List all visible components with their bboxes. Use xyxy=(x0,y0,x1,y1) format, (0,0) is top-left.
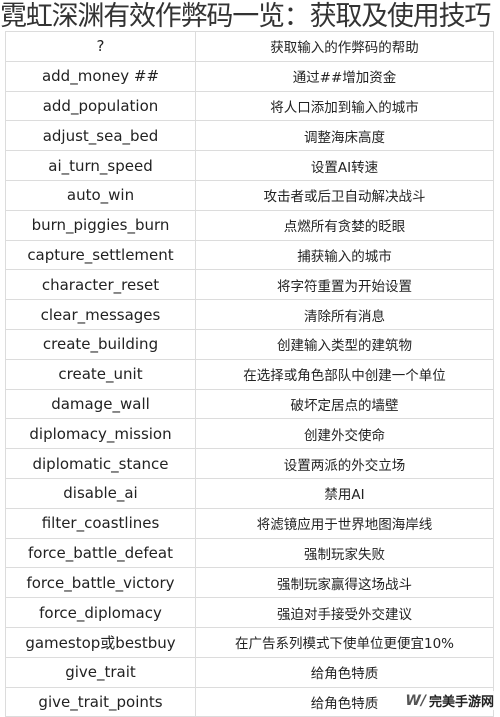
table-row: character_reset 将字符重置为开始设置 xyxy=(5,269,494,301)
wanmei-logo-icon: W/ xyxy=(405,692,426,709)
table-row: add_population 将人口添加到输入的城市 xyxy=(5,90,494,122)
cheat-code-cell: diplomacy_mission xyxy=(5,418,196,450)
cheat-code-cell: add_population xyxy=(5,90,196,122)
table-row: burn_piggies_burn 点燃所有贪婪的眨眼 xyxy=(5,209,494,241)
table-row: create_unit 在选择或角色部队中创建一个单位 xyxy=(5,358,494,390)
description-cell: 将字符重置为开始设置 xyxy=(195,269,494,301)
table-row: diplomatic_stance 设置两派的外交立场 xyxy=(5,448,494,479)
watermark-logo: W/ 完美手游网 xyxy=(405,691,494,710)
table-row: clear_messages 清除所有消息 xyxy=(5,299,494,330)
cheat-code-cell: force_diplomacy xyxy=(5,597,196,628)
table-row: adjust_sea_bed 调整海床高度 xyxy=(5,120,494,152)
description-cell: 创建输入类型的建筑物 xyxy=(195,328,494,360)
table-row: add_money ## 通过##增加资金 xyxy=(5,60,494,92)
description-cell: 攻击者或后卫自动解决战斗 xyxy=(195,179,494,211)
cheat-code-cell: clear_messages xyxy=(5,299,196,330)
cheat-code-cell: capture_settlement xyxy=(5,239,196,271)
cheat-code-cell: disable_ai xyxy=(5,477,196,509)
description-cell: 获取输入的作弊码的帮助 xyxy=(195,31,494,62)
cheat-code-cell: give_trait_points xyxy=(5,686,196,717)
table-row: gamestop或bestbuy 在广告系列模式下使单位更便宜10% xyxy=(5,626,494,658)
cheat-code-table: ? 获取输入的作弊码的帮助 add_money ## 通过##增加资金 add_popu… xyxy=(5,31,494,717)
cheat-code-cell: create_building xyxy=(5,328,196,360)
cheat-code-cell: adjust_sea_bed xyxy=(5,120,196,152)
cheat-code-cell: diplomatic_stance xyxy=(5,448,196,479)
table-row: ? 获取输入的作弊码的帮助 xyxy=(5,31,494,62)
cheat-code-cell: force_battle_defeat xyxy=(5,537,196,569)
table-row: filter_coastlines 将滤镜应用于世界地图海岸线 xyxy=(5,507,494,539)
description-cell: 将滤镜应用于世界地图海岸线 xyxy=(195,507,494,539)
table-row: auto_win 攻击者或后卫自动解决战斗 xyxy=(5,179,494,211)
description-cell: 捕获输入的城市 xyxy=(195,239,494,271)
description-cell: 创建外交使命 xyxy=(195,418,494,450)
description-cell: 禁用AI xyxy=(195,477,494,509)
page-title: 霓虹深渊有效作弊码一览：获取及使用技巧 xyxy=(0,1,491,32)
description-cell: 破坏定居点的墙壁 xyxy=(195,388,494,420)
description-cell: 设置两派的外交立场 xyxy=(195,448,494,479)
table-row: create_building 创建输入类型的建筑物 xyxy=(5,328,494,360)
description-cell: 调整海床高度 xyxy=(195,120,494,152)
description-cell: 给角色特质 xyxy=(195,656,494,688)
cheat-code-cell: burn_piggies_burn xyxy=(5,209,196,241)
cheat-code-cell: give_trait xyxy=(5,656,196,688)
cheat-code-cell: gamestop或bestbuy xyxy=(5,626,196,658)
description-cell: 通过##增加资金 xyxy=(195,60,494,92)
description-cell: 在广告系列模式下使单位更便宜10% xyxy=(195,626,494,658)
cheat-code-cell: auto_win xyxy=(5,179,196,211)
cheat-code-cell: filter_coastlines xyxy=(5,507,196,539)
description-cell: 强迫对手接受外交建议 xyxy=(195,597,494,628)
table-row: force_battle_defeat 强制玩家失败 xyxy=(5,537,494,569)
table-row: disable_ai 禁用AI xyxy=(5,477,494,509)
table-row: diplomacy_mission 创建外交使命 xyxy=(5,418,494,450)
cheat-code-cell: ? xyxy=(5,31,196,62)
cheat-code-cell: ai_turn_speed xyxy=(5,150,196,181)
cheat-code-cell: force_battle_victory xyxy=(5,567,196,599)
description-cell: 设置AI转速 xyxy=(195,150,494,181)
description-cell: 点燃所有贪婪的眨眼 xyxy=(195,209,494,241)
table-row: give_trait 给角色特质 xyxy=(5,656,494,688)
table-row: force_battle_victory 强制玩家赢得这场战斗 xyxy=(5,567,494,599)
description-cell: 强制玩家失败 xyxy=(195,537,494,569)
cheat-code-cell: damage_wall xyxy=(5,388,196,420)
watermark-text: 完美手游网 xyxy=(428,695,494,710)
table-row: force_diplomacy 强迫对手接受外交建议 xyxy=(5,597,494,628)
cheat-code-cell: add_money ## xyxy=(5,60,196,92)
table-row: capture_settlement 捕获输入的城市 xyxy=(5,239,494,271)
cheat-code-cell: create_unit xyxy=(5,358,196,390)
description-cell: 强制玩家赢得这场战斗 xyxy=(195,567,494,599)
description-cell: 将人口添加到输入的城市 xyxy=(195,90,494,122)
cheat-code-cell: character_reset xyxy=(5,269,196,301)
table-row: damage_wall 破坏定居点的墙壁 xyxy=(5,388,494,420)
description-cell: 在选择或角色部队中创建一个单位 xyxy=(195,358,494,390)
description-cell: 清除所有消息 xyxy=(195,299,494,330)
table-row: ai_turn_speed 设置AI转速 xyxy=(5,150,494,181)
